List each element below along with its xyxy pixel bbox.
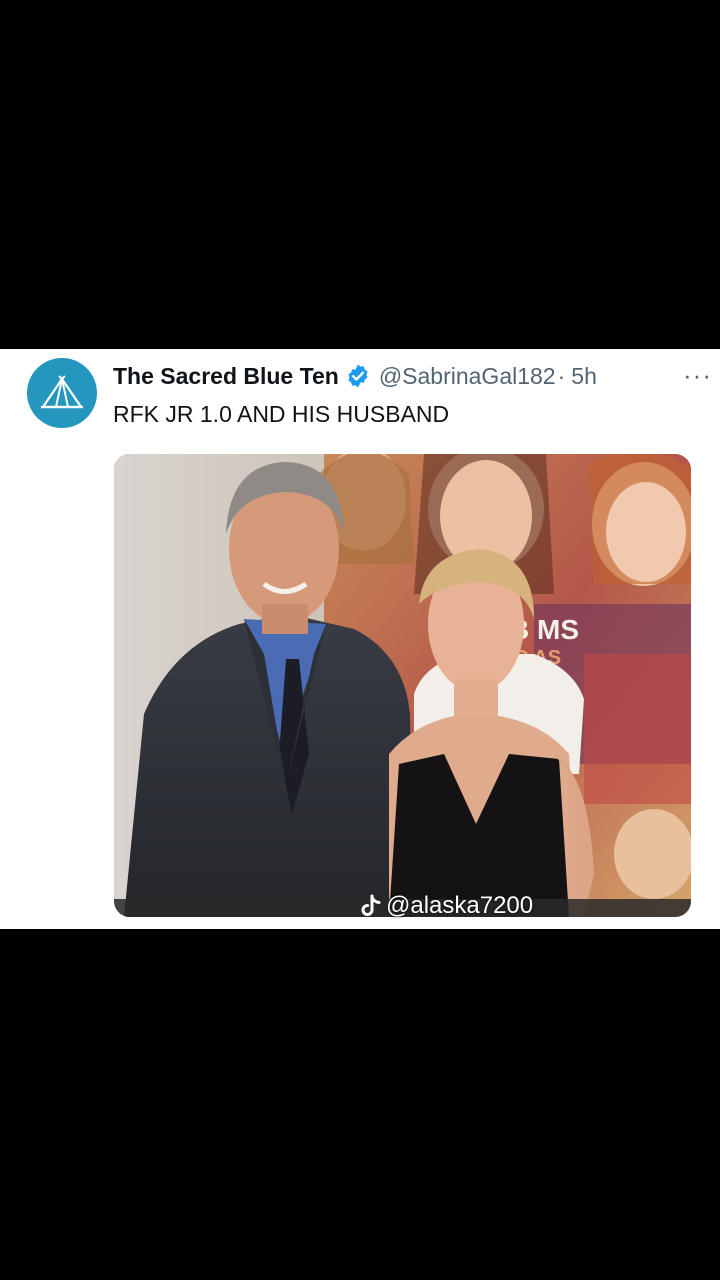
verified-badge-icon [345,363,371,389]
avatar[interactable] [27,358,97,428]
user-handle[interactable]: @SabrinaGal182 [379,363,556,390]
watermark-username: @alaska7200 [386,892,534,919]
tweet-text: RFK JR 1.0 AND HIS HUSBAND [113,401,450,427]
tweet-timestamp[interactable]: 5h [571,363,597,390]
more-options-icon[interactable]: ··· [683,362,712,388]
photo-illustration: B MS C AS [114,454,691,917]
tiktok-icon [360,894,382,918]
watermark: @alaska7200 [360,891,533,921]
tweet-card[interactable]: The Sacred Blue Ten @SabrinaGal182 · 5h … [0,349,720,929]
tent-icon [40,375,84,409]
display-name[interactable]: The Sacred Blue Ten [113,363,339,390]
separator-dot: · [557,362,566,389]
tweet-media-photo[interactable]: B MS C AS [114,454,691,917]
tweet-header: The Sacred Blue Ten @SabrinaGal182 · 5h [113,361,700,391]
